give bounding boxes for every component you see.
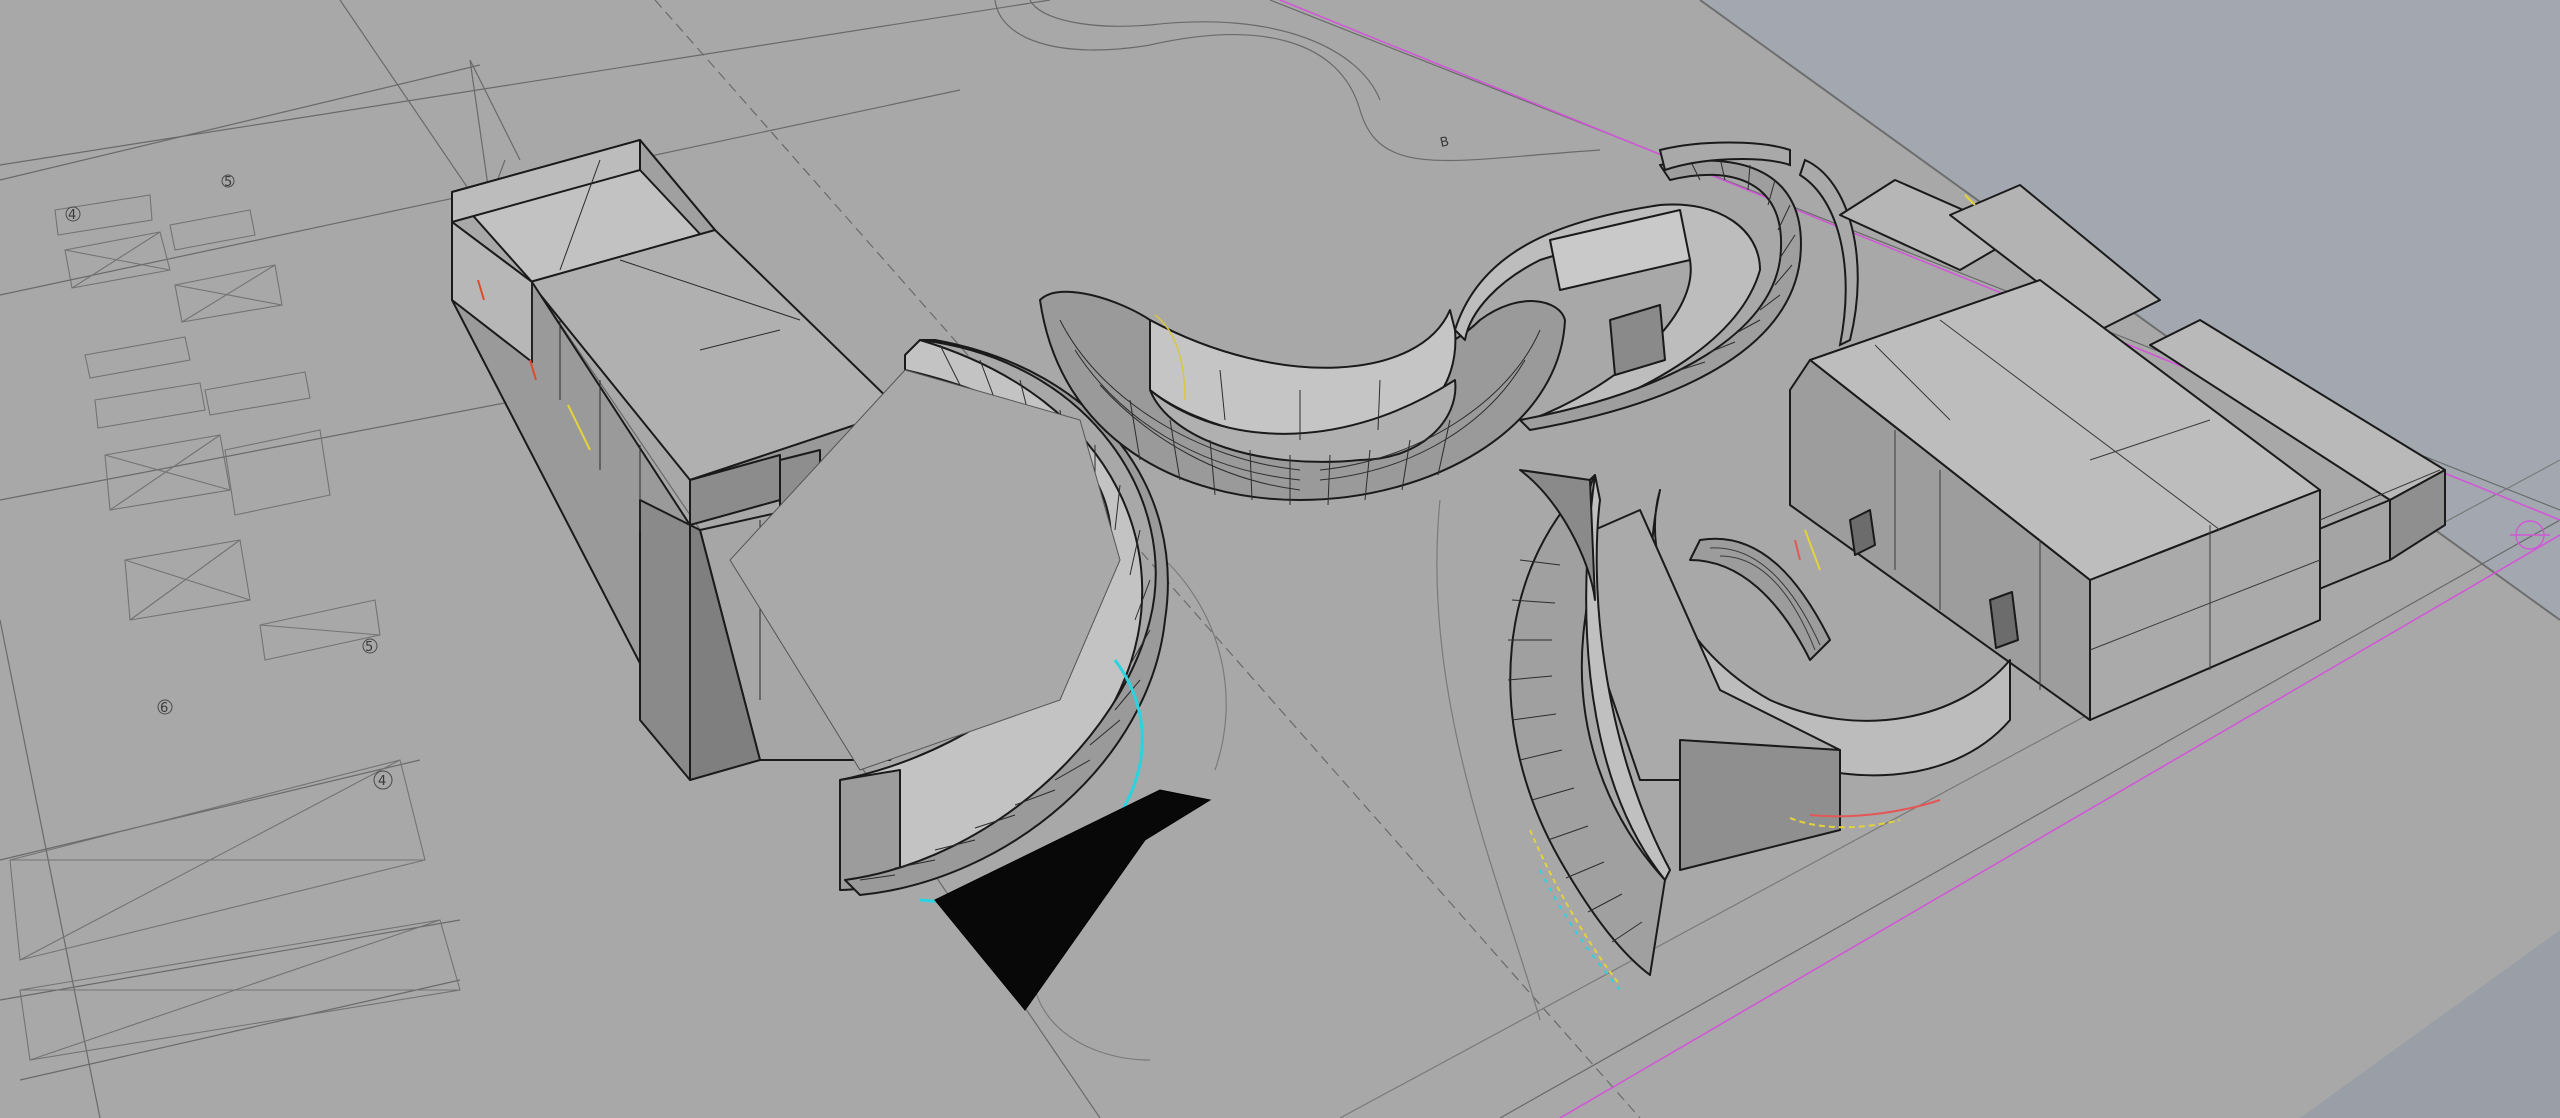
perspective-viewport[interactable]: 4 5 6 5 4 B <box>0 0 2560 1118</box>
grid-marker-label-4: 5 <box>365 640 373 655</box>
grid-marker-label-1: 4 <box>68 208 76 223</box>
grid-marker-label-3: 6 <box>160 701 168 716</box>
grid-marker-label-5: 4 <box>378 774 386 789</box>
grid-marker-label-2: 5 <box>224 175 232 190</box>
